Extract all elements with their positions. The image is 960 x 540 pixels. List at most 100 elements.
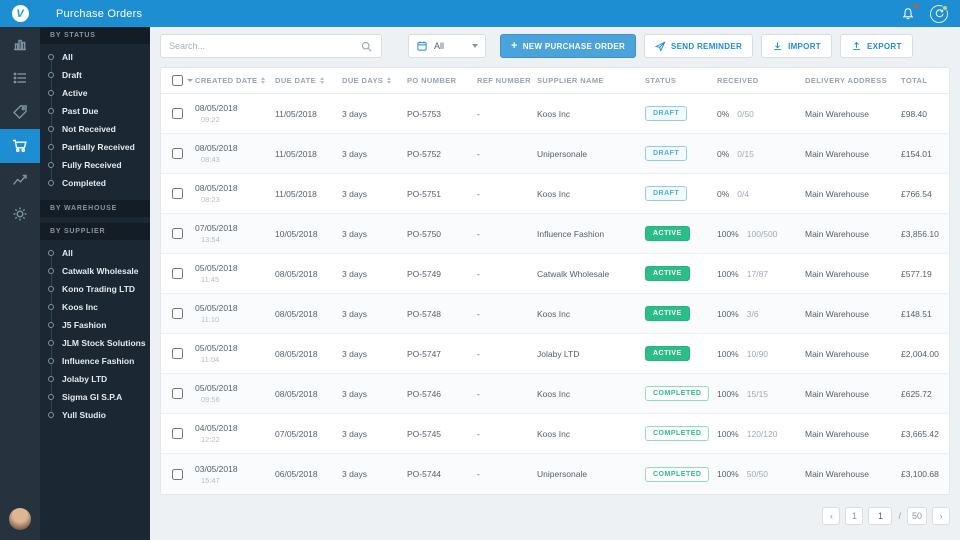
status-filter-item[interactable]: Partially Received: [40, 138, 150, 156]
supplier-filter-item[interactable]: Influence Fashion: [40, 352, 150, 370]
ref-number-cell: -: [477, 268, 480, 279]
nav-products[interactable]: [0, 95, 40, 129]
nav-reports[interactable]: [0, 163, 40, 197]
ref-number-cell: -: [477, 308, 480, 319]
created-time: 08:23: [201, 195, 220, 204]
table-row[interactable]: 04/05/2018 12:22 07/05/2018 3 days PO-5745 - K…: [161, 414, 949, 454]
import-button[interactable]: IMPORT: [761, 34, 832, 58]
sort-arrows-icon[interactable]: [387, 77, 392, 84]
column-header-created-date[interactable]: CREATED DATE: [195, 76, 275, 85]
export-button[interactable]: EXPORT: [839, 34, 913, 58]
row-checkbox[interactable]: [172, 308, 183, 319]
nav-analytics[interactable]: [0, 27, 40, 61]
pagination-next-button[interactable]: ›: [932, 507, 950, 525]
created-time: 09:22: [201, 115, 220, 124]
supplier-filter-item[interactable]: Jolaby LTD: [40, 370, 150, 388]
by-supplier-header[interactable]: BY SUPPLIER: [40, 223, 150, 240]
column-header-due-date[interactable]: DUE DATE: [275, 76, 342, 85]
nav-purchase-orders[interactable]: [0, 129, 40, 163]
supplier-filter-item[interactable]: Yull Studio: [40, 406, 150, 424]
by-warehouse-header[interactable]: BY WAREHOUSE: [40, 200, 150, 217]
table-row[interactable]: 05/05/2018 09:56 08/05/2018 3 days PO-5746 - K…: [161, 374, 949, 414]
total-cell: £3,665.42: [901, 428, 939, 439]
table-row[interactable]: 08/05/2018 08:23 11/05/2018 3 days PO-5751 - K…: [161, 174, 949, 214]
search-box: [160, 34, 382, 58]
table-row[interactable]: 05/05/2018 11:10 08/05/2018 3 days PO-5748 - K…: [161, 294, 949, 334]
supplier-filter-item[interactable]: All: [40, 244, 150, 262]
sort-arrows-icon[interactable]: [261, 77, 266, 84]
date-filter-select[interactable]: All: [408, 34, 486, 58]
search-input[interactable]: [169, 41, 360, 51]
by-status-header[interactable]: BY STATUS: [40, 27, 150, 44]
status-filter-item[interactable]: Active: [40, 84, 150, 102]
table-row[interactable]: 05/05/2018 11:45 08/05/2018 3 days PO-5749 - C…: [161, 254, 949, 294]
due-days-cell: 3 days: [342, 108, 368, 119]
table-row[interactable]: 07/05/2018 13:54 10/05/2018 3 days PO-5750 - I…: [161, 214, 949, 254]
status-filter-item[interactable]: Past Due: [40, 102, 150, 120]
topbar-actions: [898, 2, 960, 24]
row-checkbox[interactable]: [172, 188, 183, 199]
supplier-filter-item[interactable]: J5 Fashion: [40, 316, 150, 334]
supplier-filter-item[interactable]: JLM Stock Solutions: [40, 334, 150, 352]
row-checkbox[interactable]: [172, 108, 183, 119]
created-date: 05/05/2018: [195, 303, 238, 313]
status-cell: ACTIVE: [645, 266, 717, 281]
total-cell: £148.51: [901, 308, 932, 319]
supplier-filter-item[interactable]: Koos Inc: [40, 298, 150, 316]
due-days-cell: 3 days: [342, 428, 368, 439]
pagination-current-input[interactable]: [868, 507, 893, 525]
status-filter-item[interactable]: Not Received: [40, 120, 150, 138]
nav-orders[interactable]: [0, 61, 40, 95]
supplier-filter-item[interactable]: Catwalk Wholesale: [40, 262, 150, 280]
status-filter-item[interactable]: Draft: [40, 66, 150, 84]
table-row[interactable]: 05/05/2018 11:04 08/05/2018 3 days PO-5747 - J…: [161, 334, 949, 374]
created-date: 08/05/2018: [195, 183, 238, 193]
pagination-prev-button[interactable]: ‹: [822, 507, 841, 525]
app-logo[interactable]: V: [0, 5, 40, 22]
table-row[interactable]: 03/05/2018 15:47 06/05/2018 3 days PO-5744- U…: [161, 454, 949, 494]
sync-button[interactable]: [930, 4, 948, 23]
created-date: 05/05/2018: [195, 343, 238, 353]
send-reminder-button[interactable]: SEND REMINDER: [644, 34, 754, 58]
column-header-due-days[interactable]: DUE DAYS: [342, 76, 407, 85]
row-checkbox[interactable]: [172, 148, 183, 159]
created-time: 12:22: [201, 435, 220, 444]
select-all-checkbox[interactable]: [172, 75, 183, 86]
nav-settings[interactable]: [0, 197, 40, 231]
status-filter-item[interactable]: All: [40, 48, 150, 66]
pagination-first-button[interactable]: 1: [845, 507, 864, 525]
row-checkbox[interactable]: [172, 268, 183, 279]
user-avatar[interactable]: [9, 508, 31, 530]
select-all-cell: [161, 75, 195, 86]
created-date: 08/05/2018: [195, 143, 238, 153]
status-filter-item[interactable]: Fully Received: [40, 156, 150, 174]
row-checkbox[interactable]: [172, 428, 183, 439]
received-cell: 100% 17/87: [717, 269, 805, 279]
plus-icon: +: [511, 39, 518, 52]
pagination-total-pages[interactable]: 50: [906, 507, 927, 525]
status-filter-item[interactable]: Completed: [40, 174, 150, 192]
sort-arrows-icon[interactable]: [319, 77, 324, 84]
delivery-address-cell: Main Warehouse: [805, 108, 869, 119]
new-purchase-order-button[interactable]: + NEW PURCHASE ORDER: [500, 34, 637, 58]
received-percent: 0%: [717, 188, 730, 199]
row-checkbox[interactable]: [172, 228, 183, 239]
column-header-po-number: PO NUMBER: [407, 76, 477, 85]
notifications-button[interactable]: [898, 2, 919, 24]
row-checkbox[interactable]: [172, 388, 183, 399]
icon-rail: [0, 27, 40, 540]
received-cell: 100% 10/90: [717, 349, 805, 359]
row-checkbox[interactable]: [172, 348, 183, 359]
table-row[interactable]: 08/05/2018 09:22 11/05/2018 3 days PO-5753 - K…: [161, 94, 949, 134]
supplier-filter-item[interactable]: Kono Trading LTD: [40, 280, 150, 298]
calendar-icon: [417, 41, 427, 51]
received-percent: 0%: [717, 108, 730, 119]
created-date: 05/05/2018: [195, 263, 238, 273]
supplier-filter-item[interactable]: Sigma GI S.P.A: [40, 388, 150, 406]
ref-number-cell: -: [477, 348, 480, 359]
created-date-cell: 08/05/2018 08:23: [195, 183, 275, 204]
table-row[interactable]: 08/05/2018 08:43 11/05/2018 3 days PO-5752 - U…: [161, 134, 949, 174]
ref-number-cell: -: [477, 108, 480, 119]
select-all-dropdown-caret[interactable]: [187, 79, 193, 82]
row-checkbox[interactable]: [172, 468, 183, 480]
